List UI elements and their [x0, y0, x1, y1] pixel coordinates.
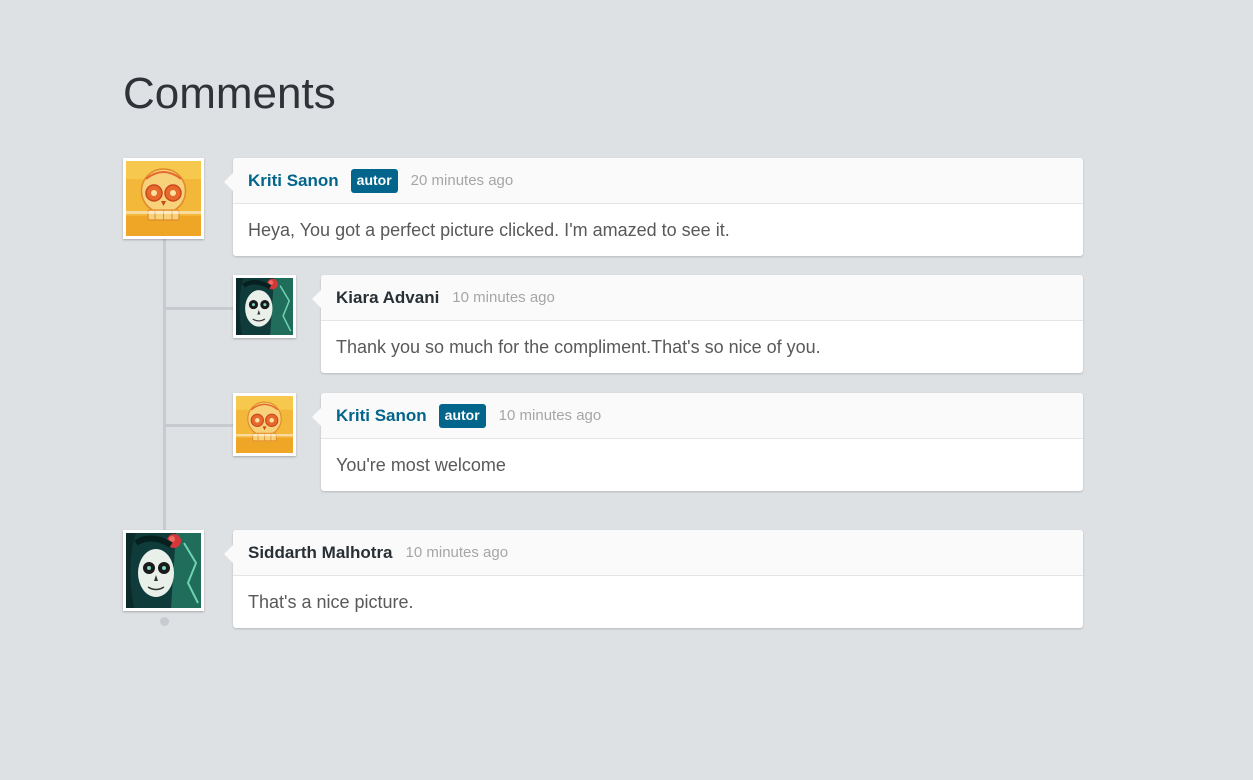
comment-text: That's a nice picture. [248, 591, 414, 612]
comment-head: Siddarth Malhotra 10 minutes ago [233, 530, 1083, 576]
comment-head: Kiara Advani 10 minutes ago [321, 275, 1083, 321]
comment-author-name[interactable]: Kriti Sanon [248, 171, 339, 191]
comment-author-name[interactable]: Siddarth Malhotra [248, 543, 393, 563]
comment-author-name[interactable]: Kriti Sanon [336, 406, 427, 426]
thread-line-vertical [163, 238, 166, 530]
comment-text: Heya, You got a perfect picture clicked.… [248, 219, 730, 240]
comment-author-name[interactable]: Kiara Advani [336, 288, 439, 308]
avatar-siddarth-malhotra[interactable] [123, 530, 204, 611]
comment-head: Kriti Sanon autor 10 minutes ago [321, 393, 1083, 439]
page-title: Comments [123, 69, 336, 118]
comment-head: Kriti Sanon autor 20 minutes ago [233, 158, 1083, 204]
comment-time: 10 minutes ago [405, 544, 509, 561]
comment-time: 20 minutes ago [410, 172, 514, 189]
avatar-kriti-sanon[interactable] [123, 158, 204, 239]
comment-time: 10 minutes ago [498, 407, 602, 424]
skull-avatar-icon [126, 161, 201, 236]
avatar-kriti-sanon[interactable] [233, 393, 296, 456]
sugar-skull-woman-avatar-icon [126, 533, 201, 608]
comment-box: Siddarth Malhotra 10 minutes ago That's … [224, 530, 1083, 628]
thread-end-dot [160, 617, 169, 626]
comment-time: 10 minutes ago [452, 289, 555, 306]
skull-avatar-icon [236, 396, 293, 453]
comments-page: Comments Kriti Sanon autor 20 minutes ag… [0, 0, 1253, 780]
avatar-kiara-advani[interactable] [233, 275, 296, 338]
author-badge: autor [438, 403, 486, 428]
comment-text: You're most welcome [336, 454, 506, 475]
reply-box: Kiara Advani 10 minutes ago Thank you so… [312, 275, 1083, 373]
comment-text: Thank you so much for the compliment.Tha… [336, 336, 821, 357]
author-badge: autor [350, 168, 398, 193]
reply-box: Kriti Sanon autor 10 minutes ago You're … [312, 393, 1083, 491]
thread-line-branch [165, 307, 233, 310]
sugar-skull-woman-avatar-icon [236, 278, 293, 335]
thread-line-branch [165, 424, 233, 427]
comment-box: Kriti Sanon autor 20 minutes ago Heya, Y… [224, 158, 1083, 256]
